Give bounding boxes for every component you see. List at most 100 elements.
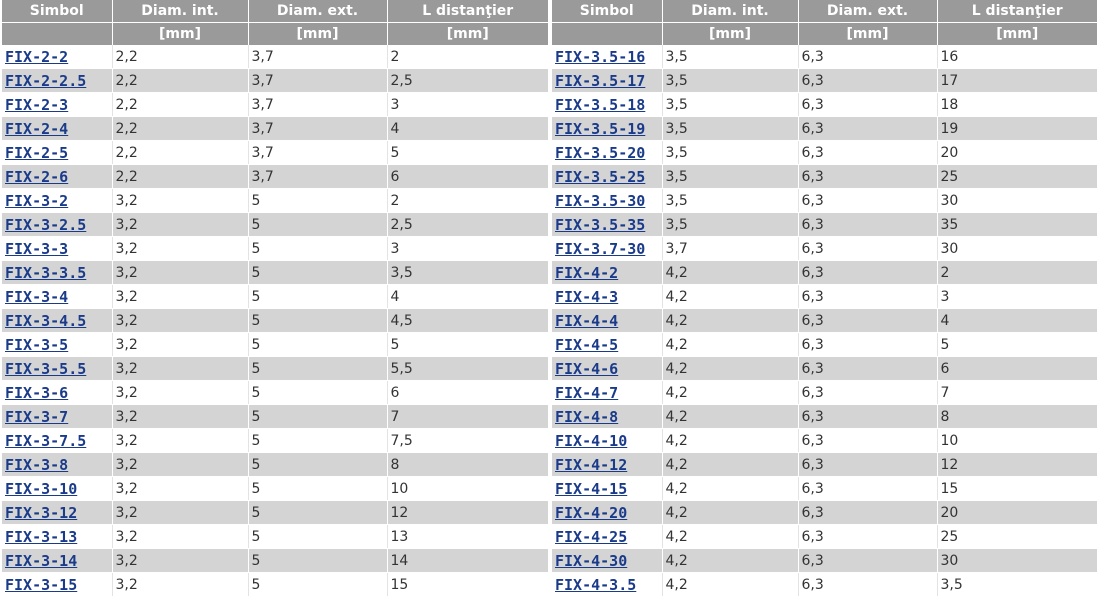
l-distantier-cell: 18 [937,92,1097,117]
diam-int-cell: 2,2 [112,164,249,189]
spec-table-left: Simbol Diam. int. Diam. ext. L distanţie… [2,0,548,597]
product-link[interactable]: FIX-4-7 [555,384,618,402]
unit-row: [mm] [mm] [mm] [552,22,1097,45]
product-link[interactable]: FIX-4-2 [555,264,618,282]
symbol-cell: FIX-3.5-17 [552,68,663,93]
diam-ext-cell: 5 [248,308,388,333]
symbol-cell: FIX-3-3.5 [2,260,113,285]
symbol-cell: FIX-4-25 [552,524,663,549]
product-link[interactable]: FIX-3.5-20 [555,144,645,162]
product-link[interactable]: FIX-3.5-25 [555,168,645,186]
product-link[interactable]: FIX-3.5-17 [555,72,645,90]
product-link[interactable]: FIX-3-15 [5,576,77,594]
col-header-diam-ext: Diam. ext. [248,0,388,23]
l-distantier-cell: 2 [387,45,548,69]
unit-cell-l-distantier: [mm] [937,22,1097,45]
diam-int-cell: 3,2 [112,404,249,429]
product-link[interactable]: FIX-2-5 [5,144,68,162]
table-row: FIX-4-30 4,2 6,3 30 [552,548,1097,573]
table-row: FIX-3.5-35 3,5 6,3 35 [552,212,1097,237]
col-header-l-distantier: L distanţier [387,0,548,23]
product-link[interactable]: FIX-3-10 [5,480,77,498]
diam-int-cell: 3,2 [112,188,249,213]
diam-ext-cell: 3,7 [248,68,388,93]
l-distantier-cell: 5 [387,140,548,165]
product-link[interactable]: FIX-3-13 [5,528,77,546]
symbol-cell: FIX-2-2.5 [2,68,113,93]
product-link[interactable]: FIX-3-3 [5,240,68,258]
l-distantier-cell: 3 [937,284,1097,309]
diam-ext-cell: 6,3 [798,428,938,453]
l-distantier-cell: 20 [937,140,1097,165]
table-row: FIX-4-4 4,2 6,3 4 [552,308,1097,333]
l-distantier-cell: 5 [937,332,1097,357]
l-distantier-cell: 2 [387,188,548,213]
unit-cell-diam-ext: [mm] [248,22,388,45]
product-link[interactable]: FIX-2-6 [5,168,68,186]
product-link[interactable]: FIX-3-2.5 [5,216,86,234]
header-row: Simbol Diam. int. Diam. ext. L distanţie… [552,0,1097,23]
l-distantier-cell: 2,5 [387,212,548,237]
product-link[interactable]: FIX-4-20 [555,504,627,522]
product-link[interactable]: FIX-4-6 [555,360,618,378]
product-link[interactable]: FIX-4-3 [555,288,618,306]
product-link[interactable]: FIX-4-5 [555,336,618,354]
symbol-cell: FIX-3-7 [2,404,113,429]
product-link[interactable]: FIX-3-12 [5,504,77,522]
l-distantier-cell: 4 [387,116,548,141]
diam-ext-cell: 5 [248,260,388,285]
l-distantier-cell: 12 [937,452,1097,477]
l-distantier-cell: 7,5 [387,428,548,453]
product-link[interactable]: FIX-3-2 [5,192,68,210]
diam-ext-cell: 6,3 [798,332,938,357]
product-link[interactable]: FIX-3-14 [5,552,77,570]
product-link[interactable]: FIX-2-4 [5,120,68,138]
product-link[interactable]: FIX-3.5-18 [555,96,645,114]
product-link[interactable]: FIX-3-7 [5,408,68,426]
symbol-cell: FIX-3-2 [2,188,113,213]
diam-int-cell: 3,5 [662,45,799,69]
product-link[interactable]: FIX-3-4 [5,288,68,306]
product-link[interactable]: FIX-4-4 [555,312,618,330]
product-link[interactable]: FIX-3-3.5 [5,264,86,282]
product-link[interactable]: FIX-3.7-30 [555,240,645,258]
product-link[interactable]: FIX-3-8 [5,456,68,474]
table-row: FIX-2-4 2,2 3,7 4 [2,116,548,141]
product-link[interactable]: FIX-3-7.5 [5,432,86,450]
diam-int-cell: 4,2 [662,428,799,453]
product-link[interactable]: FIX-3.5-35 [555,216,645,234]
table-row: FIX-3-15 3,2 5 15 [2,572,548,597]
table-row: FIX-4-7 4,2 6,3 7 [552,380,1097,405]
product-link[interactable]: FIX-3-4.5 [5,312,86,330]
product-link[interactable]: FIX-4-25 [555,528,627,546]
product-link[interactable]: FIX-2-3 [5,96,68,114]
table-row: FIX-2-5 2,2 3,7 5 [2,140,548,165]
product-link[interactable]: FIX-3.5-19 [555,120,645,138]
l-distantier-cell: 3,5 [387,260,548,285]
symbol-cell: FIX-3.5-30 [552,188,663,213]
product-link[interactable]: FIX-3-6 [5,384,68,402]
product-link[interactable]: FIX-4-30 [555,552,627,570]
product-link[interactable]: FIX-3.5-16 [555,48,645,66]
table-row: FIX-3-10 3,2 5 10 [2,476,548,501]
product-link[interactable]: FIX-4-3.5 [555,576,636,594]
product-link[interactable]: FIX-2-2.5 [5,72,86,90]
product-link[interactable]: FIX-3-5 [5,336,68,354]
symbol-cell: FIX-4-2 [552,260,663,285]
diam-ext-cell: 6,3 [798,380,938,405]
diam-ext-cell: 5 [248,572,388,597]
product-link[interactable]: FIX-3-5.5 [5,360,86,378]
product-link[interactable]: FIX-4-8 [555,408,618,426]
product-link[interactable]: FIX-4-10 [555,432,627,450]
diam-ext-cell: 5 [248,212,388,237]
product-link[interactable]: FIX-2-2 [5,48,68,66]
symbol-cell: FIX-2-4 [2,116,113,141]
diam-int-cell: 3,2 [112,548,249,573]
product-link[interactable]: FIX-3.5-30 [555,192,645,210]
diam-int-cell: 3,2 [112,476,249,501]
table-row: FIX-3-4 3,2 5 4 [2,284,548,309]
product-link[interactable]: FIX-4-12 [555,456,627,474]
product-link[interactable]: FIX-4-15 [555,480,627,498]
l-distantier-cell: 17 [937,68,1097,93]
table-body-left: FIX-2-2 2,2 3,7 2 FIX-2-2.5 2,2 3,7 2,5 FIX-2-3 2… [2,45,548,597]
